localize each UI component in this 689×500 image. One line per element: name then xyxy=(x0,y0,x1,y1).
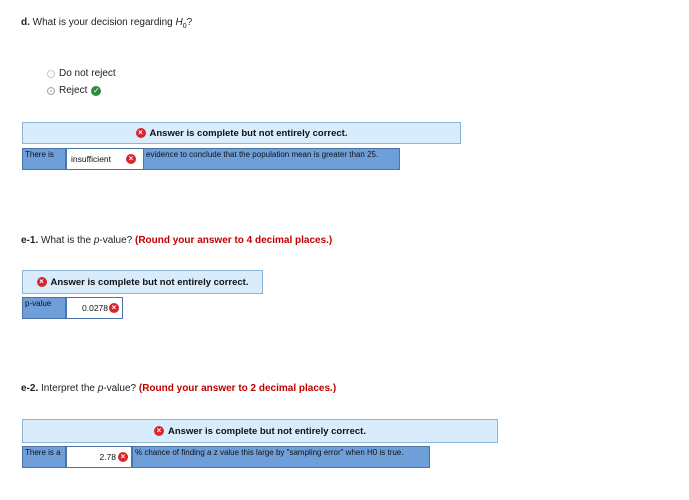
row-lead-text: p-value xyxy=(25,299,52,308)
row-lead-cell: There is xyxy=(22,148,66,170)
answer-row-e2: There is a 2.78 × % chance of finding a … xyxy=(22,446,430,468)
answer-value: 2.78 xyxy=(99,452,116,462)
row-lead-text: There is xyxy=(25,150,54,159)
question-d: d. What is your decision regarding H0? xyxy=(21,17,192,30)
question-e1-post: -value? xyxy=(99,235,133,246)
question-d-text: What is your decision regarding xyxy=(32,17,176,28)
question-e1: e-1. What is the p-value? (Round your an… xyxy=(21,235,332,246)
banner-text: Answer is complete but not entirely corr… xyxy=(50,276,249,288)
question-e2-label: e-2. xyxy=(21,383,39,394)
radio-do-not-reject[interactable] xyxy=(47,69,55,78)
x-circle-icon: × xyxy=(126,153,136,164)
banner-text: Answer is complete but not entirely corr… xyxy=(149,127,348,139)
feedback-banner-e1: × Answer is complete but not entirely co… xyxy=(22,270,263,294)
answer-value: insufficient xyxy=(71,154,112,164)
row-lead-cell: There is a xyxy=(22,446,66,468)
question-e1-label: e-1. xyxy=(21,235,39,246)
row-lead-cell: p-value xyxy=(22,297,66,319)
answer-row-d: There is insufficient × evidence to conc… xyxy=(22,148,400,170)
rounding-instruction: (Round your answer to 2 decimal places.) xyxy=(138,383,337,394)
question-e2-post: -value? xyxy=(103,383,137,394)
x-circle-icon: × xyxy=(109,302,119,313)
check-circle-icon: ✓ xyxy=(91,85,102,96)
option-label: Do not reject xyxy=(59,68,116,79)
banner-text: Answer is complete but not entirely corr… xyxy=(168,425,366,437)
question-e2-text: Interpret the xyxy=(41,383,98,394)
row-trail-text: evidence to conclude that the population… xyxy=(146,150,379,159)
answer-value: 0.0278 xyxy=(82,303,108,313)
row-trail-text: % chance of finding a z value this large… xyxy=(135,448,404,457)
x-circle-icon: × xyxy=(36,277,47,287)
option-do-not-reject[interactable]: Do not reject xyxy=(47,68,116,79)
row-lead-text: There is a xyxy=(25,448,61,457)
h-symbol: H xyxy=(175,17,183,28)
row-trail-cell: % chance of finding a z value this large… xyxy=(132,446,430,468)
radio-reject[interactable] xyxy=(47,86,55,95)
x-circle-icon: × xyxy=(118,451,128,462)
feedback-banner-d: × Answer is complete but not entirely co… xyxy=(22,122,461,144)
feedback-banner-e2: × Answer is complete but not entirely co… xyxy=(22,419,498,443)
row-trail-cell: evidence to conclude that the population… xyxy=(143,148,400,170)
option-label: Reject xyxy=(59,85,88,96)
question-d-qmark: ? xyxy=(186,17,193,28)
question-e1-text: What is the xyxy=(41,235,94,246)
x-circle-icon: × xyxy=(154,426,165,436)
x-circle-icon: × xyxy=(135,128,146,138)
question-d-label: d. xyxy=(21,17,30,28)
question-e2: e-2. Interpret the p-value? (Round your … xyxy=(21,383,336,394)
answer-row-e1: p-value 0.0278 × xyxy=(22,297,123,319)
rounding-instruction: (Round your answer to 4 decimal places.) xyxy=(134,235,333,246)
option-reject[interactable]: Reject ✓ xyxy=(47,85,102,96)
